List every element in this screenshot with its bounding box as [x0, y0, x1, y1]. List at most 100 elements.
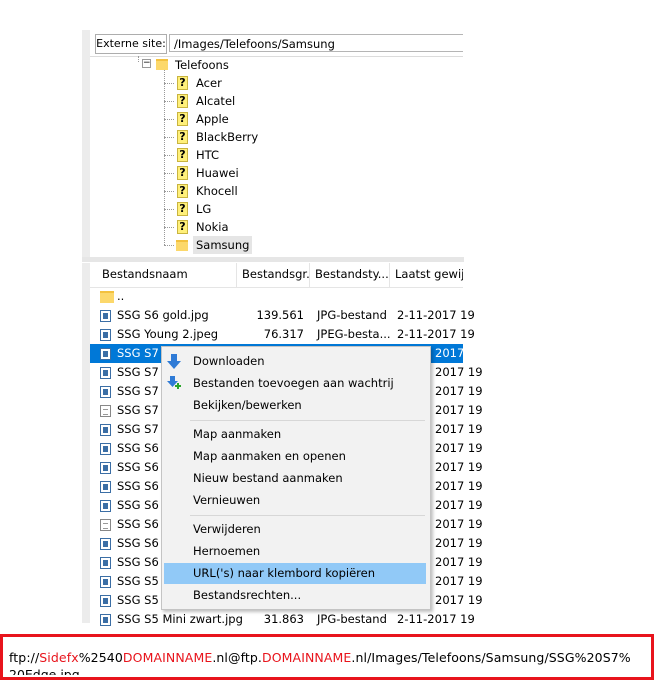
- file-size: 139.561: [256, 308, 304, 322]
- column-header-name[interactable]: Bestandsnaam: [97, 263, 237, 287]
- file-name: SSG S7: [117, 365, 159, 379]
- image-file-icon: [100, 329, 111, 341]
- table-row[interactable]: SSG S5 Mini zwart.jpg 31.863 JPG-bestand 2-…: [90, 610, 475, 629]
- menu-item-copy-url[interactable]: URL('s) naar klembord kopiëren: [164, 563, 426, 584]
- file-modified: 2017 19: [435, 517, 483, 531]
- file-name: ..: [117, 289, 125, 303]
- file-modified: 2017 19: [435, 593, 483, 607]
- unknown-folder-icon: ?: [177, 202, 188, 216]
- image-file-icon: [100, 481, 111, 493]
- menu-separator: [190, 420, 425, 421]
- file-name: SSG S6 gold.jpg: [117, 308, 209, 322]
- file-type: JPEG-besta...: [317, 327, 391, 341]
- image-file-icon: [100, 443, 111, 455]
- file-modified: 2017 19: [435, 555, 483, 569]
- tree-item-apple[interactable]: Apple: [193, 110, 232, 128]
- column-header-size[interactable]: Bestandsgr...: [237, 263, 310, 287]
- copied-url-text: ftp://Sidefx%2540DOMAINNAME.nl@ftp.DOMAI…: [9, 650, 631, 665]
- image-file-icon: [100, 557, 111, 569]
- file-name: SSG S5 Mini zwart.jpg: [117, 612, 243, 626]
- menu-item-file-permissions[interactable]: Bestandsrechten...: [164, 585, 426, 606]
- file-name: SSG S7: [117, 422, 159, 436]
- image-file-icon: [100, 576, 111, 588]
- context-menu: Downloaden Bestanden toevoegen aan wacht…: [161, 346, 431, 610]
- unknown-folder-icon: ?: [177, 112, 188, 126]
- unknown-folder-icon: ?: [177, 130, 188, 144]
- menu-item-create-folder[interactable]: Map aanmaken: [164, 424, 426, 445]
- column-header-modified[interactable]: Laatst gewijz: [390, 263, 463, 287]
- image-file-icon: [100, 348, 111, 360]
- menu-item-add-to-queue[interactable]: Bestanden toevoegen aan wachtrij: [164, 373, 426, 394]
- image-file-icon: [100, 367, 111, 379]
- table-row[interactable]: SSG S6 gold.jpg 139.561 JPG-bestand 2-11-20…: [90, 306, 475, 325]
- tree-item-telefoons[interactable]: Telefoons: [175, 56, 229, 74]
- menu-item-refresh[interactable]: Vernieuwen: [164, 490, 426, 511]
- menu-item-rename[interactable]: Hernoemen: [164, 541, 426, 562]
- file-type: JPG-bestand: [317, 308, 387, 322]
- remote-site-label: Externe site:: [95, 34, 167, 54]
- download-icon: [167, 354, 181, 369]
- unknown-folder-icon: ?: [177, 220, 188, 234]
- tree-item-samsung[interactable]: Samsung: [193, 236, 253, 254]
- image-file-icon: [100, 500, 111, 512]
- file-modified: 2017 19: [435, 384, 483, 398]
- menu-item-delete[interactable]: Verwijderen: [164, 519, 426, 540]
- tree-item-huawei[interactable]: Huawei: [193, 164, 242, 182]
- image-file-icon: [100, 519, 111, 531]
- menu-item-view-edit[interactable]: Bekijken/bewerken: [164, 395, 426, 416]
- unknown-folder-icon: ?: [177, 94, 188, 108]
- remote-directory-tree: − Telefoons ? Acer? Alcatel? Apple? BlackBer…: [90, 56, 463, 256]
- file-modified: 2017 19: [435, 346, 483, 360]
- tree-item-blackberry[interactable]: BlackBerry: [193, 128, 261, 146]
- file-modified: 2017 19: [435, 365, 483, 379]
- file-modified: 2017 19: [435, 460, 483, 474]
- file-name: SSG S6: [117, 460, 159, 474]
- tree-item-htc[interactable]: HTC: [193, 146, 222, 164]
- folder-icon: [156, 59, 168, 70]
- table-row[interactable]: ..: [90, 287, 463, 306]
- column-header-type[interactable]: Bestandsty...: [310, 263, 390, 287]
- file-modified: 2-11-2017 19: [397, 308, 475, 322]
- file-name: SSG Young 2.jpeg: [117, 327, 219, 341]
- file-name: SSG S6: [117, 536, 159, 550]
- tree-item-khocell[interactable]: Khocell: [193, 182, 241, 200]
- unknown-folder-icon: ?: [177, 148, 188, 162]
- file-modified: 2-11-2017 19: [397, 327, 475, 341]
- unknown-folder-icon: ?: [177, 184, 188, 198]
- file-name: SSG S5: [117, 574, 159, 588]
- file-name: SSG S6: [117, 498, 159, 512]
- folder-icon: [176, 240, 188, 251]
- copied-url-display: ftp://Sidefx%2540DOMAINNAME.nl@ftp.DOMAI…: [0, 634, 654, 680]
- pane-divider[interactable]: [82, 257, 464, 262]
- add-to-queue-icon: [167, 376, 181, 389]
- menu-item-new-file[interactable]: Nieuw bestand aanmaken: [164, 468, 426, 489]
- image-file-icon: [100, 386, 111, 398]
- tree-item-acer[interactable]: Acer: [193, 74, 225, 92]
- menu-separator: [190, 515, 425, 516]
- image-file-icon: [100, 538, 111, 550]
- menu-item-create-folder-open[interactable]: Map aanmaken en openen: [164, 446, 426, 467]
- left-pane-edge: [82, 263, 90, 623]
- file-modified: 2017 19: [435, 422, 483, 436]
- remote-site-path-input[interactable]: /Images/Telefoons/Samsung: [169, 34, 463, 52]
- parent-folder-icon: [100, 291, 114, 303]
- table-row[interactable]: SSG Young 2.jpeg 76.317 JPEG-besta... 2-11-…: [90, 325, 475, 344]
- tree-item-nokia[interactable]: Nokia: [193, 218, 232, 236]
- tree-item-lg[interactable]: LG: [193, 200, 214, 218]
- file-name: SSG S6: [117, 555, 159, 569]
- file-modified: 2017 19: [435, 574, 483, 588]
- image-file-icon: [100, 405, 111, 417]
- file-modified: 2-11-2017 19: [397, 612, 475, 626]
- menu-item-download[interactable]: Downloaden: [164, 351, 426, 372]
- collapse-icon[interactable]: −: [142, 59, 151, 68]
- left-pane-edge: [82, 30, 90, 257]
- file-type: JPG-bestand: [317, 612, 387, 626]
- image-file-icon: [100, 424, 111, 436]
- file-modified: 2017 19: [435, 403, 483, 417]
- image-file-icon: [100, 595, 111, 607]
- file-name: SSG S7: [117, 384, 159, 398]
- file-name: SSG S5: [117, 593, 159, 607]
- file-modified: 2017 19: [435, 536, 483, 550]
- unknown-folder-icon: ?: [177, 166, 188, 180]
- tree-item-alcatel[interactable]: Alcatel: [193, 92, 238, 110]
